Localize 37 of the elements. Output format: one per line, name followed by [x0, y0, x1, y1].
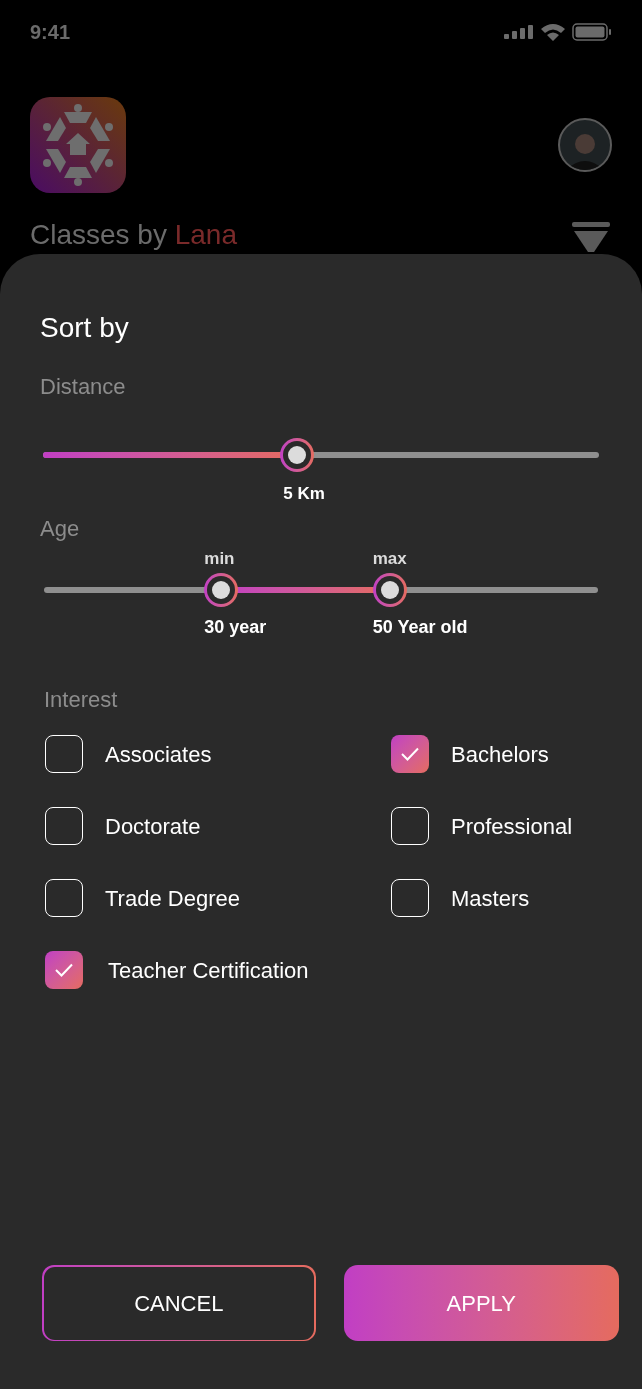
min-value: 30 year [204, 616, 267, 639]
option-label: Teacher Certification [108, 956, 309, 985]
checkbox[interactable] [391, 879, 429, 917]
option-label: Trade Degree [105, 884, 240, 913]
check-icon [400, 746, 420, 762]
distance-slider[interactable] [43, 438, 599, 472]
option-label: Bachelors [451, 740, 549, 769]
battery-icon [572, 23, 612, 41]
interest-label: Interest [44, 689, 119, 711]
checkbox[interactable] [391, 735, 429, 773]
checkbox[interactable] [45, 951, 83, 989]
option-label: Masters [451, 884, 530, 913]
slider-thumb[interactable] [280, 438, 315, 472]
checkbox[interactable] [45, 735, 83, 773]
check-icon [54, 962, 74, 978]
page-title: Classes by Lana [30, 219, 237, 250]
age-label: Age [40, 518, 81, 540]
signal-icon [504, 25, 534, 39]
checkbox[interactable] [391, 807, 429, 845]
checkbox[interactable] [45, 807, 83, 845]
distance-value: 5 Km [283, 483, 325, 505]
sheet-title: Sort by [40, 314, 130, 342]
cancel-button[interactable]: CANCEL [43, 1266, 314, 1340]
distance-label: Distance [40, 376, 127, 398]
wifi-icon [540, 23, 566, 41]
option-label: Doctorate [105, 812, 201, 841]
status-time: 9:41 [30, 20, 71, 45]
checkbox[interactable] [45, 879, 83, 917]
max-value: 50 Year old [372, 616, 468, 639]
apply-button[interactable]: APPLY [343, 1265, 619, 1341]
option-label: Professional [451, 812, 573, 841]
app-logo-icon [30, 97, 126, 193]
filter-icon[interactable] [572, 222, 610, 252]
avatar[interactable] [558, 118, 612, 172]
option-label: Associates [105, 740, 212, 769]
max-label: max [372, 548, 407, 570]
min-label: min [204, 548, 235, 570]
